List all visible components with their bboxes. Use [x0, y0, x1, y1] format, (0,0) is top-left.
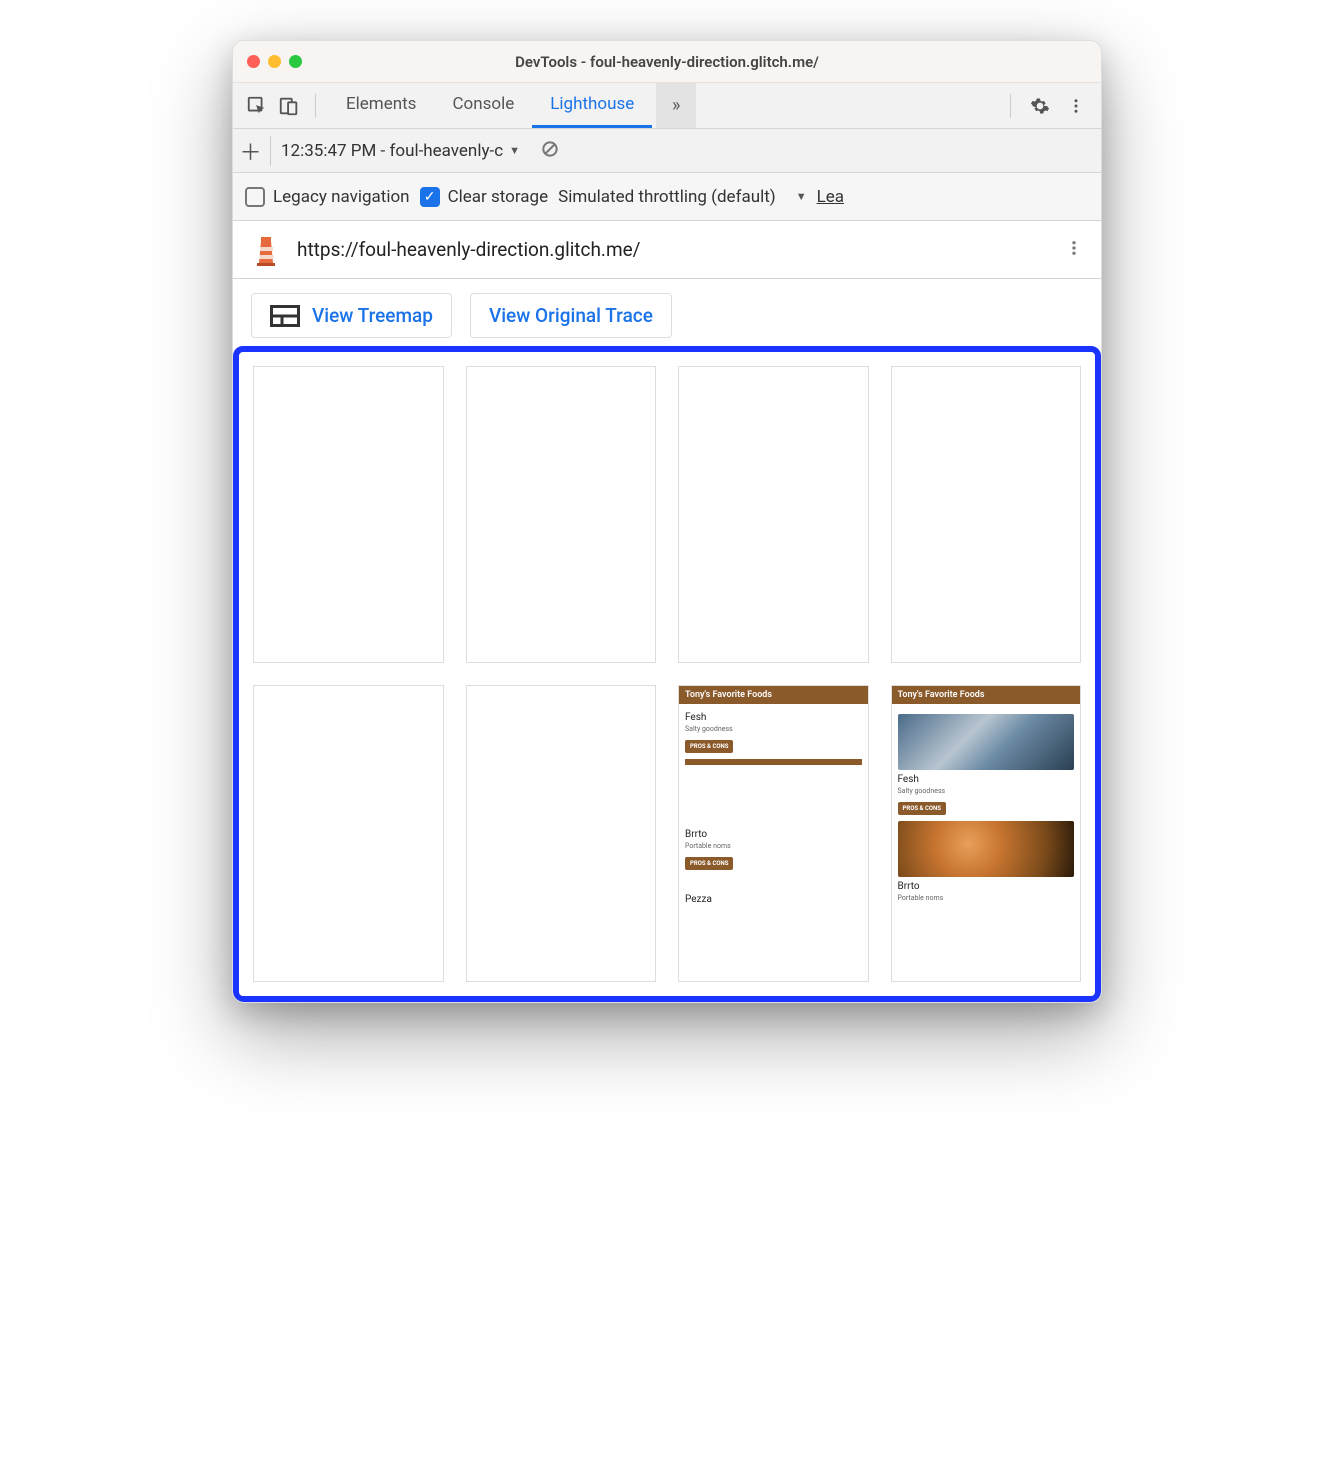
view-trace-label: View Original Trace	[489, 304, 653, 327]
device-toggle-icon[interactable]	[275, 92, 303, 120]
checkbox-unchecked-icon	[245, 187, 265, 207]
thumb-badge: PROS & CONS	[898, 802, 946, 815]
thumb-spacer	[685, 870, 862, 890]
chevron-down-icon: ▼	[796, 190, 807, 203]
filmstrip-frame[interactable]	[253, 685, 444, 982]
thumb-item-title: Brrto	[685, 829, 862, 840]
new-report-button[interactable]: ＋	[241, 136, 271, 166]
clear-button[interactable]	[540, 139, 560, 163]
titlebar: DevTools - foul-heavenly-direction.glitc…	[233, 41, 1101, 83]
report-dropdown[interactable]: 12:35:47 PM - foul-heavenly-c ▼	[281, 141, 520, 161]
filmstrip-frame[interactable]	[466, 366, 657, 663]
separator	[315, 94, 316, 118]
thumb-item-title: Brrto	[898, 881, 1075, 892]
thumb-page-title: Tony's Favorite Foods	[892, 686, 1081, 704]
window-controls	[247, 55, 302, 68]
audited-url: https://foul-heavenly-direction.glitch.m…	[297, 238, 1049, 261]
thumb-page-title: Tony's Favorite Foods	[679, 686, 868, 704]
more-tabs-button[interactable]: »	[656, 83, 696, 128]
thumb-spacer	[685, 765, 862, 825]
thumb-item-subtitle: Salty goodness	[898, 787, 1075, 795]
thumb-image-fish	[898, 714, 1075, 770]
thumb-body: Fesh Salty goodness PROS & CONS Brrto Po…	[679, 704, 868, 909]
view-treemap-button[interactable]: View Treemap	[251, 293, 452, 338]
filmstrip-frame[interactable]: Tony's Favorite Foods Fesh Salty goodnes…	[678, 685, 869, 982]
lighthouse-url-bar: https://foul-heavenly-direction.glitch.m…	[233, 221, 1101, 279]
window-title: DevTools - foul-heavenly-direction.glitc…	[233, 53, 1101, 71]
separator	[1010, 94, 1011, 118]
thumb-item-title: Fesh	[685, 712, 862, 723]
tab-elements[interactable]: Elements	[328, 83, 434, 128]
filmstrip-frame[interactable]	[466, 685, 657, 982]
thumb-item-title: Pezza	[685, 894, 862, 905]
report-selector-bar: ＋ 12:35:47 PM - foul-heavenly-c ▼	[233, 129, 1101, 173]
tab-lighthouse[interactable]: Lighthouse	[532, 83, 652, 128]
filmstrip-frame[interactable]	[678, 366, 869, 663]
filmstrip-frame[interactable]	[891, 366, 1082, 663]
devtools-window: DevTools - foul-heavenly-direction.glitc…	[232, 40, 1102, 1003]
report-actions: View Treemap View Original Trace	[233, 279, 1101, 346]
minimize-window-button[interactable]	[268, 55, 281, 68]
filmstrip-container: Tony's Favorite Foods Fesh Salty goodnes…	[233, 346, 1101, 1002]
chevron-right-double-icon: »	[672, 95, 680, 116]
clear-storage-checkbox[interactable]: ✓ Clear storage	[420, 187, 549, 207]
filmstrip-frame[interactable]: Tony's Favorite Foods Fesh Salty goodnes…	[891, 685, 1082, 982]
more-options-button[interactable]	[1061, 91, 1091, 121]
thumb-item-title: Fesh	[898, 774, 1075, 785]
thumb-item-subtitle: Portable noms	[898, 894, 1075, 902]
tab-console[interactable]: Console	[434, 83, 532, 128]
lighthouse-options-bar: Legacy navigation ✓ Clear storage Simula…	[233, 173, 1101, 221]
thumb-item-subtitle: Salty goodness	[685, 725, 862, 733]
checkbox-checked-icon: ✓	[420, 187, 440, 207]
lighthouse-logo-icon	[251, 233, 281, 267]
thumb-body: Fesh Salty goodness PROS & CONS Brrto Po…	[892, 704, 1081, 906]
close-window-button[interactable]	[247, 55, 260, 68]
panel-tabstrip: Elements Console Lighthouse »	[233, 83, 1101, 129]
view-treemap-label: View Treemap	[312, 304, 433, 327]
filmstrip-frame[interactable]	[253, 366, 444, 663]
view-original-trace-button[interactable]: View Original Trace	[470, 293, 672, 338]
zoom-window-button[interactable]	[289, 55, 302, 68]
learn-more-link[interactable]: Lea	[817, 187, 844, 207]
thumb-item-subtitle: Portable noms	[685, 842, 862, 850]
panel-tabs: Elements Console Lighthouse	[328, 83, 652, 128]
thumb-image-burrito	[898, 821, 1075, 877]
legacy-navigation-checkbox[interactable]: Legacy navigation	[245, 187, 410, 207]
thumb-badge: PROS & CONS	[685, 740, 733, 753]
throttling-dropdown[interactable]: Simulated throttling (default) ▼	[558, 187, 806, 207]
settings-button[interactable]	[1025, 91, 1055, 121]
report-menu-button[interactable]	[1065, 237, 1083, 263]
treemap-icon	[270, 305, 300, 327]
legacy-nav-label: Legacy navigation	[273, 187, 410, 207]
thumb-badge: PROS & CONS	[685, 857, 733, 870]
report-dropdown-label: 12:35:47 PM - foul-heavenly-c	[281, 141, 503, 161]
plus-icon: ＋	[240, 135, 262, 167]
chevron-down-icon: ▼	[509, 144, 520, 157]
clear-storage-label: Clear storage	[448, 187, 549, 207]
throttling-label: Simulated throttling (default)	[558, 187, 776, 207]
inspect-element-icon[interactable]	[243, 92, 271, 120]
